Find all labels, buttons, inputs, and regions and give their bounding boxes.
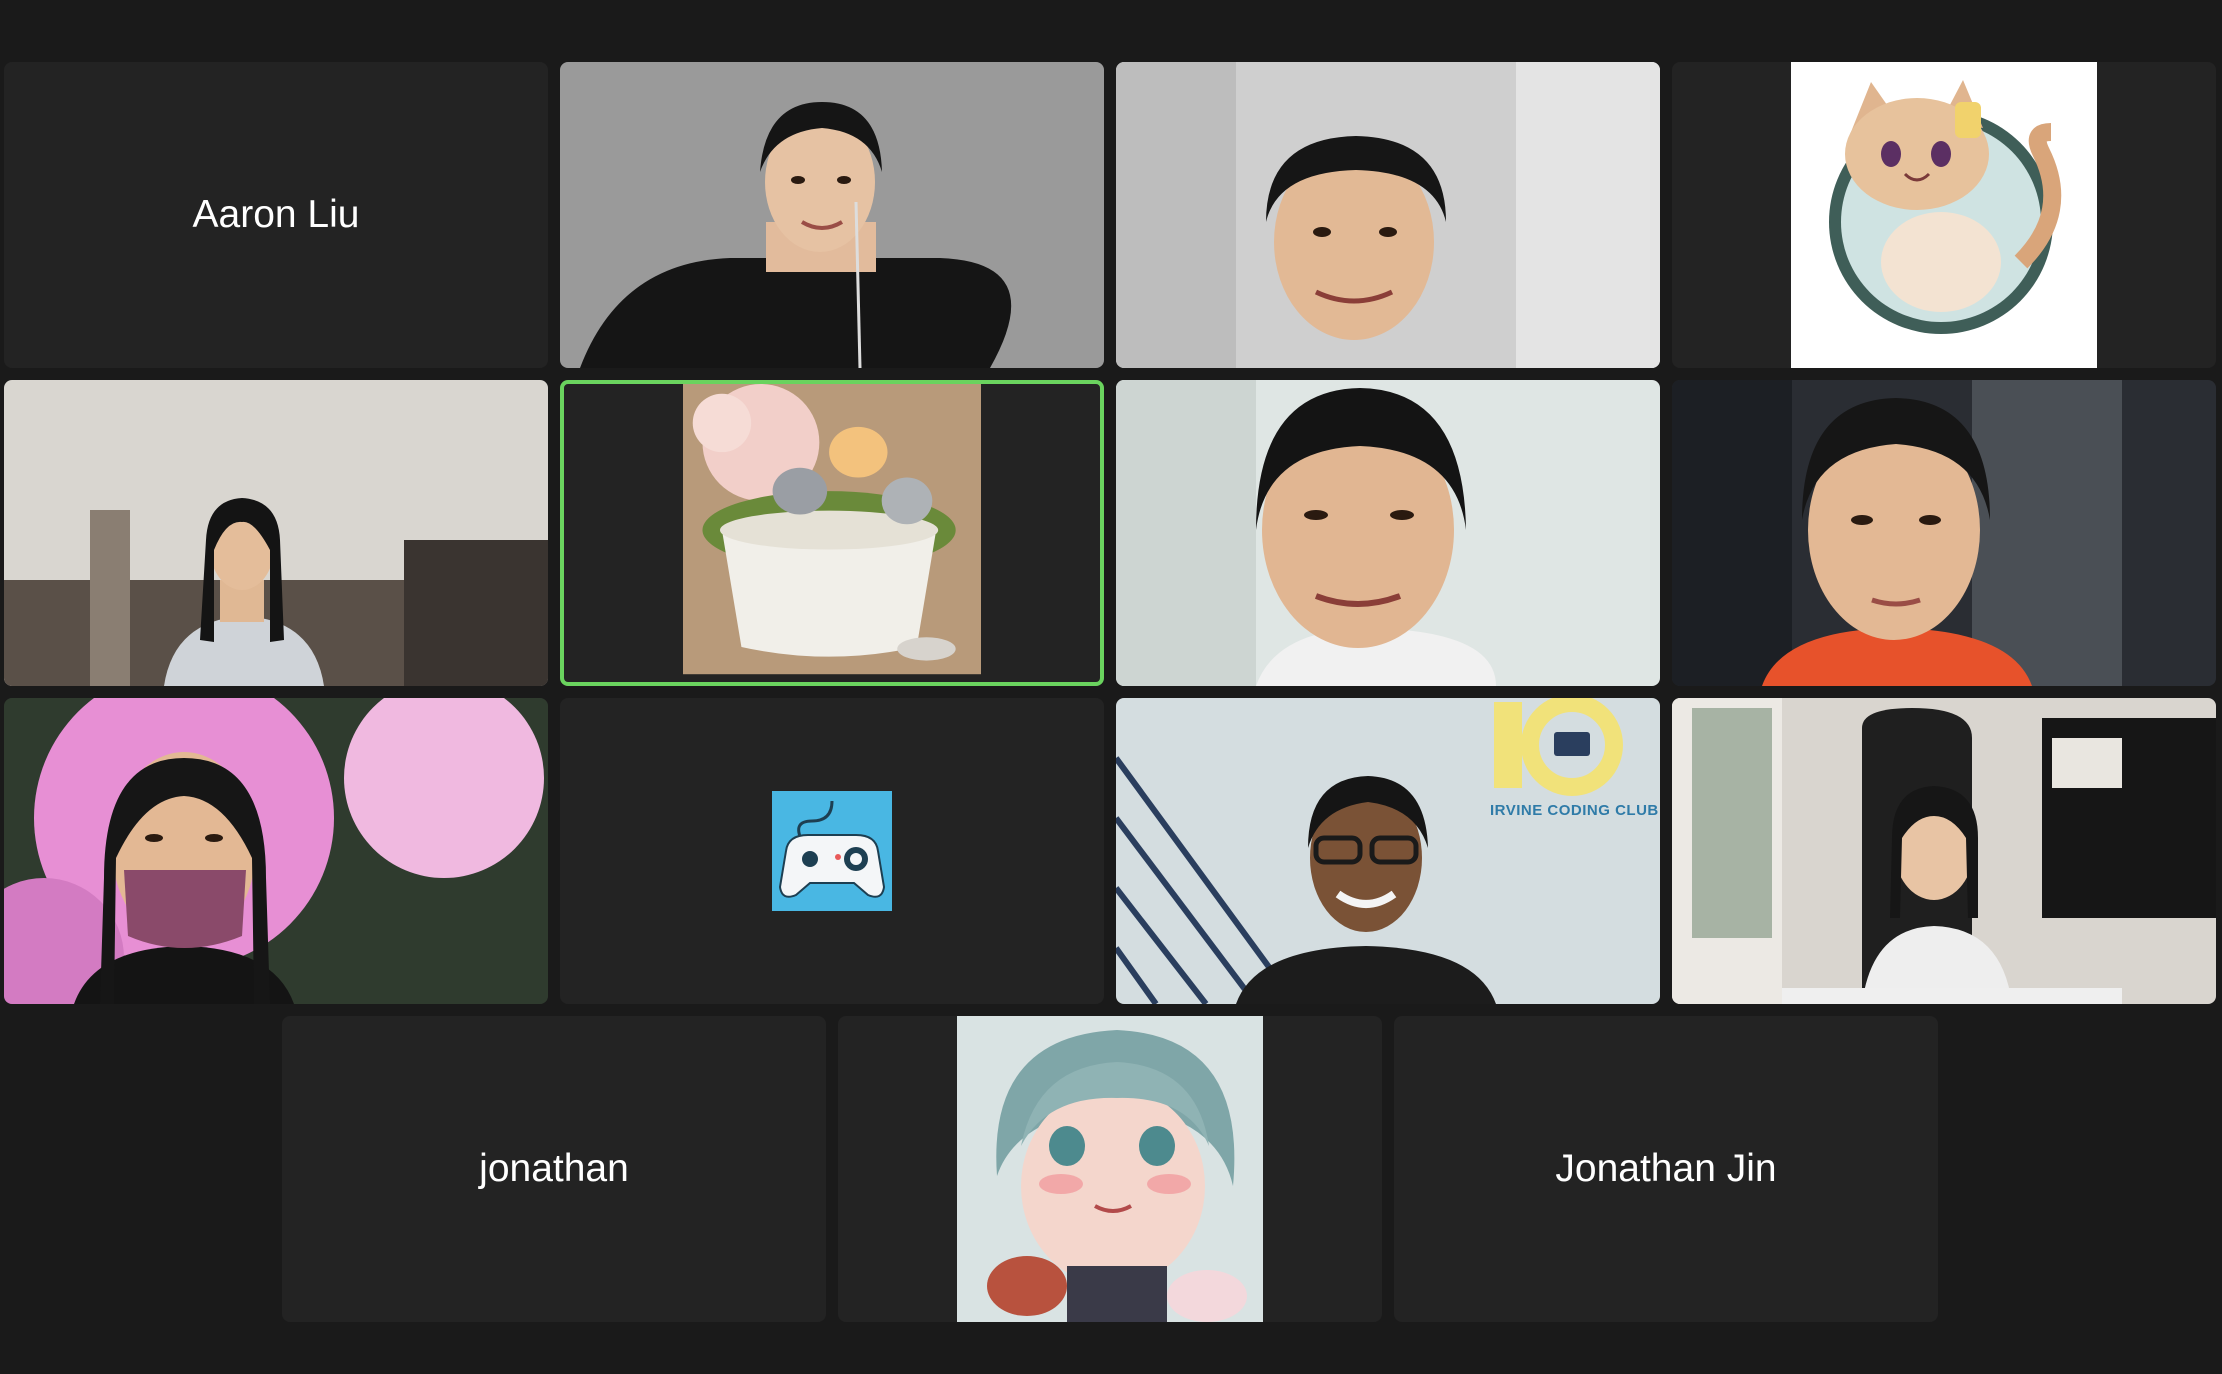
participant-video (1116, 62, 1660, 368)
cat-figurine-avatar-icon (683, 384, 981, 675)
participant-tile-active-speaker[interactable] (560, 380, 1104, 686)
participant-tile-avatar-cat[interactable] (1672, 62, 2216, 368)
participant-video (1672, 698, 2216, 1004)
participant-video (560, 62, 1104, 368)
participant-tile-video-7[interactable]: IRVINE CODING CLUB (1116, 698, 1660, 1004)
cat-avatar-icon (1791, 62, 2097, 368)
participant-tile-avatar-controller[interactable] (560, 698, 1104, 1004)
participant-tile-jonathan[interactable]: jonathan (282, 1016, 826, 1322)
participant-tile-aaron-liu[interactable]: Aaron Liu (4, 62, 548, 368)
participant-video (4, 380, 548, 686)
participant-video (1672, 380, 2216, 686)
participant-tile-video-8[interactable] (1672, 698, 2216, 1004)
participant-tile-jonathan-jin[interactable]: Jonathan Jin (1394, 1016, 1938, 1322)
participant-video (1116, 380, 1660, 686)
participant-tile-avatar-anime[interactable] (838, 1016, 1382, 1322)
participant-tile-video-4[interactable] (1116, 380, 1660, 686)
banner-logo-text: IRVINE CODING CLUB (1490, 802, 1659, 819)
game-controller-icon (772, 791, 892, 911)
participant-tile-video-2[interactable] (1116, 62, 1660, 368)
participant-video (4, 698, 548, 1004)
participant-tile-video-5[interactable] (1672, 380, 2216, 686)
participant-tile-video-1[interactable] (560, 62, 1104, 368)
participant-name: Jonathan Jin (1555, 1147, 1777, 1190)
participant-name: jonathan (479, 1147, 629, 1190)
participant-tile-video-6[interactable] (4, 698, 548, 1004)
participant-name: Aaron Liu (192, 193, 360, 236)
participant-video (1116, 698, 1660, 1004)
participant-tile-video-3[interactable] (4, 380, 548, 686)
anime-avatar-icon (957, 1016, 1263, 1322)
